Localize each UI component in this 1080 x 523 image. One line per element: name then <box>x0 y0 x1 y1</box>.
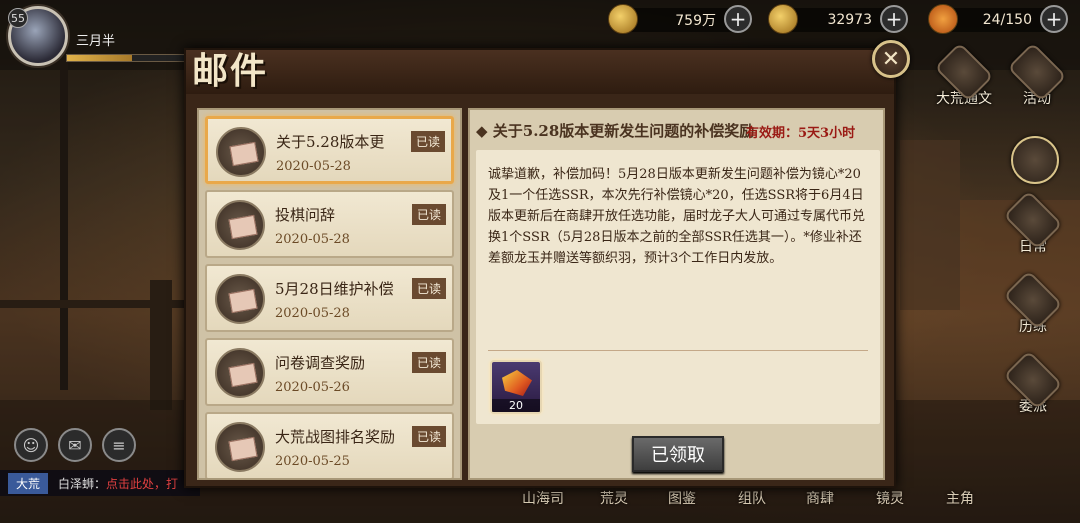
exp-fill <box>67 55 132 61</box>
add-coin-button[interactable]: + <box>724 5 752 33</box>
envelope-icon <box>216 127 266 177</box>
mail-item-date: 2020-05-26 <box>275 380 350 395</box>
player-level: 55 <box>8 8 28 28</box>
coin-value: 759万 <box>675 13 716 29</box>
add-jade-button[interactable]: + <box>880 5 908 33</box>
close-button[interactable]: ✕ <box>872 40 910 78</box>
read-badge: 已读 <box>411 426 446 447</box>
menu-dahuang-tongwen[interactable]: 大荒通文 <box>934 42 994 108</box>
mail-item[interactable]: 关于5.28版本更 2020-05-28 已读 <box>205 116 454 184</box>
menu-daily[interactable]: 日常 <box>1003 190 1063 256</box>
read-badge: 已读 <box>411 204 446 225</box>
player-name: 三月半 <box>76 34 116 49</box>
envelope-icon: ✉ <box>68 435 82 455</box>
mail-title: 邮件 <box>192 50 269 92</box>
envelope-icon <box>215 422 265 472</box>
claim-button[interactable]: 已领取 <box>632 436 724 472</box>
list-icon: ≡ <box>112 435 126 455</box>
mail-item-title: 大荒战图排名奖励 <box>275 428 396 446</box>
task-button[interactable]: ≡ <box>102 428 136 462</box>
nav-shop[interactable]: 商肆 <box>806 488 834 508</box>
mail-item-title: 5月28日维护补偿 <box>275 280 394 298</box>
menu-activity[interactable]: 活动 <box>1007 42 1067 108</box>
nav-shanhaisi[interactable]: 山海司 <box>522 488 564 508</box>
currency-jade: 32973 + <box>768 4 908 34</box>
mail-item-date: 2020-05-25 <box>275 454 350 469</box>
mail-item-date: 2020-05-28 <box>275 232 350 247</box>
read-badge: 已读 <box>411 278 446 299</box>
stamina-value: 24/150 <box>982 12 1032 28</box>
mail-list[interactable]: 关于5.28版本更 2020-05-28 已读 投棋问辞 2020-05-28 … <box>197 108 462 480</box>
envelope-icon <box>215 274 265 324</box>
nav-tujian[interactable]: 图鉴 <box>668 488 696 508</box>
currency-coin: 759万 + <box>608 4 752 34</box>
friends-button[interactable]: ☺ <box>14 428 48 462</box>
menu-dispatch[interactable]: 委派 <box>1003 350 1063 416</box>
mail-item[interactable]: 大荒战图排名奖励 2020-05-25 已读 <box>205 412 454 478</box>
character-portrait[interactable] <box>1008 136 1062 190</box>
mail-item-title: 投棋问辞 <box>275 206 336 224</box>
mail-item-date: 2020-05-28 <box>276 159 351 174</box>
attachment-item[interactable]: 20 <box>490 360 542 414</box>
nav-team[interactable]: 组队 <box>738 488 766 508</box>
menu-training[interactable]: 历练 <box>1003 270 1063 336</box>
read-badge: 已读 <box>411 352 446 373</box>
mail-body: 诚挚道歉，补偿加码！5月28日版本更新发生问题补偿为镜心*20及1一个任选SSR… <box>476 150 880 424</box>
envelope-icon <box>215 200 265 250</box>
nav-jingling[interactable]: 镜灵 <box>876 488 904 508</box>
add-stamina-button[interactable]: + <box>1040 5 1068 33</box>
jade-value: 32973 <box>827 12 872 28</box>
close-icon: ✕ <box>881 46 901 72</box>
chat-bar[interactable]: 大荒 白泽蛳： 点击此处，打 <box>0 470 200 496</box>
mail-detail: ◆ 关于5.28版本更新发生问题的补偿奖励 有效期：5天3小时 诚挚道歉，补偿加… <box>468 108 885 480</box>
mail-item-title: 问卷调查奖励 <box>275 354 366 372</box>
mail-detail-title: ◆ 关于5.28版本更新发生问题的补偿奖励 <box>476 122 755 140</box>
mail-item[interactable]: 问卷调查奖励 2020-05-26 已读 <box>205 338 454 406</box>
chat-sender: 白泽蛳： <box>58 476 107 491</box>
coin-icon <box>608 4 638 34</box>
mail-item-title: 关于5.28版本更 <box>276 133 385 151</box>
divider <box>488 350 868 351</box>
nav-huangling[interactable]: 荒灵 <box>600 488 628 508</box>
jade-icon <box>768 4 798 34</box>
person-icon: ☺ <box>22 435 40 455</box>
mail-body-text: 诚挚道歉，补偿加码！5月28日版本更新发生问题补偿为镜心*20及1一个任选SSR… <box>488 167 866 266</box>
mail-expiry: 有效期：5天3小时 <box>746 126 856 141</box>
mail-item-date: 2020-05-28 <box>275 306 350 321</box>
mail-header: 邮件 <box>186 50 894 94</box>
stamina-icon <box>928 4 958 34</box>
mail-button[interactable]: ✉ <box>58 428 92 462</box>
chat-channel: 大荒 <box>8 472 49 494</box>
mail-item[interactable]: 投棋问辞 2020-05-28 已读 <box>205 190 454 258</box>
exp-bar <box>66 54 186 62</box>
mail-item[interactable]: 5月28日维护补偿 2020-05-28 已读 <box>205 264 454 332</box>
read-badge: 已读 <box>410 131 445 152</box>
chat-message: 点击此处，打 <box>106 476 179 491</box>
attachment-count: 20 <box>492 399 540 412</box>
nav-hero[interactable]: 主角 <box>946 488 974 508</box>
character-portrait-icon <box>1011 136 1059 184</box>
mirror-heart-gem-icon <box>502 370 532 396</box>
currency-stamina: 24/150 + <box>928 4 1068 34</box>
envelope-icon <box>215 348 265 398</box>
